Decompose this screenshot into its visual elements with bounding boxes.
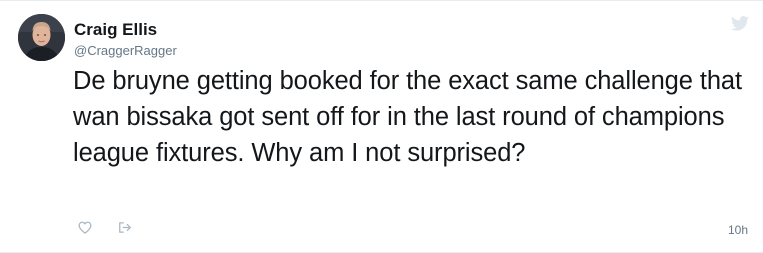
- tweet-card[interactable]: Craig Ellis @CraggerRagger De bruyne get…: [0, 0, 763, 253]
- tweet-text: De bruyne getting booked for the exact s…: [73, 67, 742, 167]
- heart-icon[interactable]: [76, 218, 94, 236]
- author-display-name[interactable]: Craig Ellis: [74, 20, 157, 40]
- avatar[interactable]: [18, 14, 65, 61]
- tweet-actions: [76, 218, 134, 236]
- share-icon[interactable]: [116, 218, 134, 236]
- twitter-bird-icon[interactable]: [731, 16, 749, 31]
- author-handle[interactable]: @CraggerRagger: [74, 43, 177, 58]
- tweet-timestamp[interactable]: 10h: [728, 223, 748, 237]
